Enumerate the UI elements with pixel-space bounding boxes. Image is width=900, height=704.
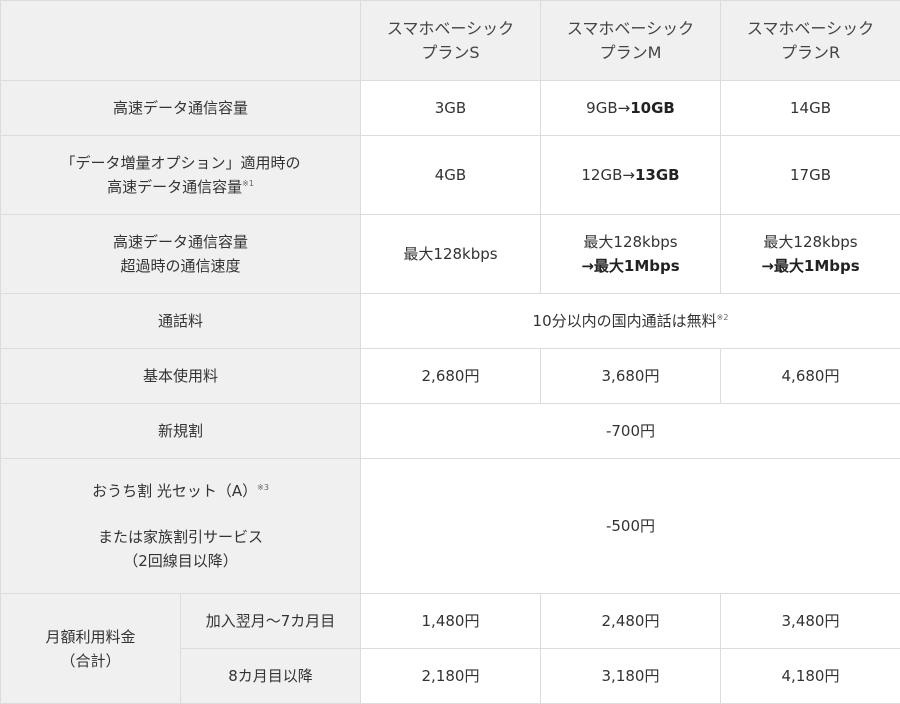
monthly-period1-m: 2,480円 xyxy=(541,594,721,649)
new-discount-row: 新規割 -700円 xyxy=(1,404,900,459)
header-empty-cell xyxy=(1,1,361,81)
plan-m-name-line2: プランM xyxy=(600,43,662,62)
monthly-period2-label: 8カ月目以降 xyxy=(181,649,361,704)
speed-s: 最大128kbps xyxy=(361,215,541,294)
header-row: スマホベーシック プランS スマホベーシック プランM スマホベーシック プラン… xyxy=(1,1,900,81)
capacity-r: 14GB xyxy=(721,81,900,136)
base-fee-s: 2,680円 xyxy=(361,349,541,404)
monthly-period1-row: 月額利用料金 （合計） 加入翌月～7カ月目 1,480円 2,480円 3,48… xyxy=(1,594,900,649)
plan-s-name-line1: スマホベーシック xyxy=(387,19,514,38)
base-fee-label: 基本使用料 xyxy=(1,349,361,404)
call-note: ※2 xyxy=(717,313,729,322)
monthly-period2-m: 3,180円 xyxy=(541,649,721,704)
option-note: ※1 xyxy=(242,179,254,188)
speed-r-line1: 最大128kbps xyxy=(763,233,857,251)
home-discount-label-line1: おうち割 光セット（A） xyxy=(92,482,257,500)
home-discount-value: -500円 xyxy=(361,459,900,594)
speed-label-line2: 超過時の通信速度 xyxy=(120,257,240,275)
speed-label-line1: 高速データ通信容量 xyxy=(113,233,248,251)
base-fee-row: 基本使用料 2,680円 3,680円 4,680円 xyxy=(1,349,900,404)
plan-s-header: スマホベーシック プランS xyxy=(361,1,541,81)
option-row: 「データ増量オプション」適用時の 高速データ通信容量※1 4GB 12GB→13… xyxy=(1,136,900,215)
speed-m-line2: →最大1Mbps xyxy=(581,257,679,275)
speed-r-line2: →最大1Mbps xyxy=(761,257,859,275)
option-label: 「データ増量オプション」適用時の 高速データ通信容量※1 xyxy=(1,136,361,215)
monthly-period1-r: 3,480円 xyxy=(721,594,900,649)
home-discount-label: おうち割 光セット（A）※3 または家族割引サービス （2回線目以降） xyxy=(1,459,361,594)
monthly-period2-r: 4,180円 xyxy=(721,649,900,704)
capacity-m-new: 10GB xyxy=(630,99,675,117)
plan-r-name-line1: スマホベーシック xyxy=(747,19,874,38)
base-fee-r: 4,680円 xyxy=(721,349,900,404)
base-fee-m: 3,680円 xyxy=(541,349,721,404)
option-label-line2: 高速データ通信容量 xyxy=(107,178,242,196)
home-discount-label-line3: （2回線目以降） xyxy=(123,552,238,570)
speed-m: 最大128kbps →最大1Mbps xyxy=(541,215,721,294)
monthly-period1-s: 1,480円 xyxy=(361,594,541,649)
speed-r: 最大128kbps →最大1Mbps xyxy=(721,215,900,294)
plan-r-name-line2: プランR xyxy=(781,43,840,62)
call-value: 10分以内の国内通話は無料※2 xyxy=(361,294,900,349)
capacity-s: 3GB xyxy=(361,81,541,136)
monthly-label-line1: 月額利用料金 xyxy=(45,628,135,646)
plan-r-header: スマホベーシック プランR xyxy=(721,1,900,81)
option-label-line1: 「データ増量オプション」適用時の xyxy=(60,154,300,172)
plan-s-name-line2: プランS xyxy=(421,43,479,62)
new-discount-value: -700円 xyxy=(361,404,900,459)
capacity-label: 高速データ通信容量 xyxy=(1,81,361,136)
option-r: 17GB xyxy=(721,136,900,215)
new-discount-label: 新規割 xyxy=(1,404,361,459)
option-m-old: 12GB→ xyxy=(581,166,635,184)
monthly-period2-s: 2,180円 xyxy=(361,649,541,704)
capacity-m: 9GB→10GB xyxy=(541,81,721,136)
plan-comparison-table: スマホベーシック プランS スマホベーシック プランM スマホベーシック プラン… xyxy=(0,0,900,704)
call-label: 通話料 xyxy=(1,294,361,349)
home-discount-row: おうち割 光セット（A）※3 または家族割引サービス （2回線目以降） -500… xyxy=(1,459,900,594)
capacity-m-old: 9GB→ xyxy=(586,99,630,117)
home-discount-note: ※3 xyxy=(257,483,269,492)
home-discount-label-line2: または家族割引サービス xyxy=(98,528,263,546)
call-value-text: 10分以内の国内通話は無料 xyxy=(533,312,717,330)
speed-label: 高速データ通信容量 超過時の通信速度 xyxy=(1,215,361,294)
plan-m-name-line1: スマホベーシック xyxy=(567,19,694,38)
option-s: 4GB xyxy=(361,136,541,215)
plan-m-header: スマホベーシック プランM xyxy=(541,1,721,81)
speed-row: 高速データ通信容量 超過時の通信速度 最大128kbps 最大128kbps →… xyxy=(1,215,900,294)
option-m-new: 13GB xyxy=(635,166,680,184)
monthly-label-line2: （合計） xyxy=(60,652,120,670)
monthly-label: 月額利用料金 （合計） xyxy=(1,594,181,704)
option-m: 12GB→13GB xyxy=(541,136,721,215)
monthly-period1-label: 加入翌月～7カ月目 xyxy=(181,594,361,649)
capacity-row: 高速データ通信容量 3GB 9GB→10GB 14GB xyxy=(1,81,900,136)
speed-m-line1: 最大128kbps xyxy=(583,233,677,251)
call-row: 通話料 10分以内の国内通話は無料※2 xyxy=(1,294,900,349)
